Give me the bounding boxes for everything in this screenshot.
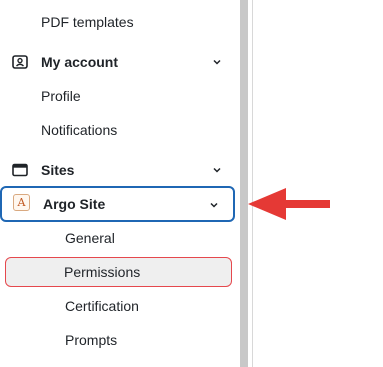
site-badge-icon: A	[13, 194, 30, 211]
sidebar-item-label: Prompts	[65, 332, 118, 348]
sidebar-item-label: Notifications	[41, 122, 118, 138]
sidebar-item-argo-site[interactable]: A Argo Site	[0, 186, 235, 222]
sidebar-item-certification[interactable]: Certification	[0, 291, 238, 321]
sidebar-item-label: Permissions	[64, 264, 141, 280]
browser-window-icon	[12, 163, 28, 177]
chevron-down-icon[interactable]	[212, 165, 222, 175]
sidebar-section-my-account[interactable]: My account	[0, 47, 238, 77]
sidebar-item-prompts[interactable]: Prompts	[0, 325, 238, 355]
sidebar: PDF templates My account Profile Notific…	[0, 0, 238, 367]
sidebar-item-permissions[interactable]: Permissions	[5, 257, 232, 287]
sidebar-item-label: Certification	[65, 298, 139, 314]
chevron-down-icon[interactable]	[209, 200, 219, 210]
sidebar-section-sites[interactable]: Sites	[0, 155, 238, 185]
sidebar-item-pdf-templates[interactable]: PDF templates	[0, 7, 238, 37]
sidebar-item-label: General	[65, 230, 115, 246]
user-card-icon	[12, 55, 28, 69]
left-arrow-icon	[248, 188, 330, 220]
sidebar-item-label: Profile	[41, 88, 81, 104]
sidebar-scrollbar[interactable]	[240, 0, 248, 367]
sidebar-item-label: PDF templates	[41, 14, 134, 30]
panel-divider	[252, 0, 253, 367]
chevron-down-icon[interactable]	[212, 57, 222, 67]
sidebar-item-profile[interactable]: Profile	[0, 81, 238, 111]
sidebar-item-general[interactable]: General	[0, 223, 238, 253]
sidebar-item-notifications[interactable]: Notifications	[0, 115, 238, 145]
